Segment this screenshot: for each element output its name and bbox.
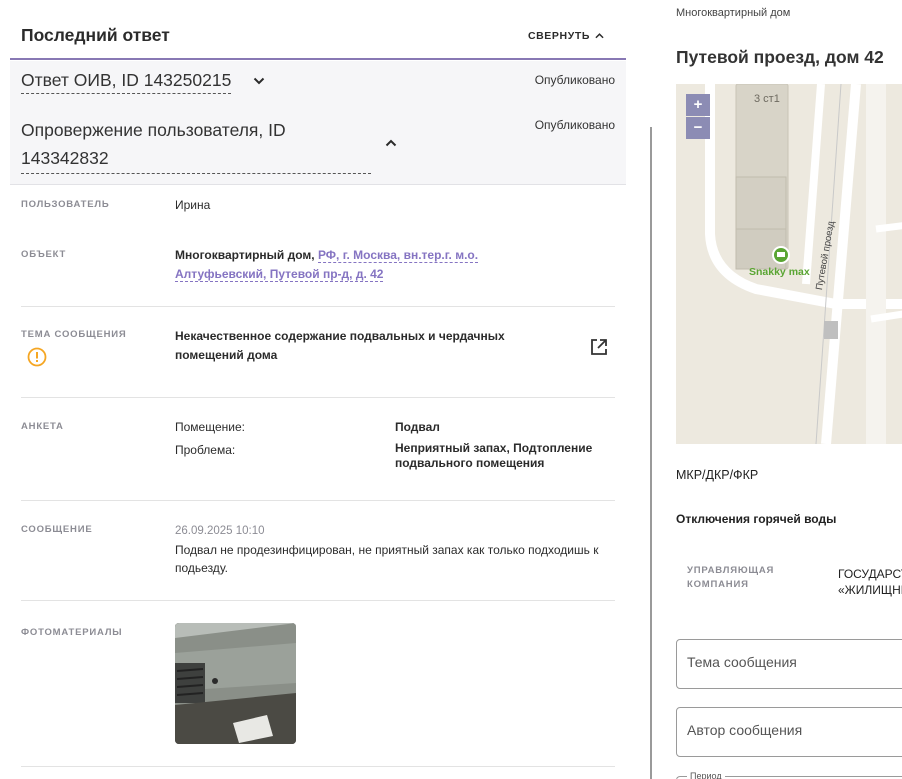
refutation-status: Опубликовано bbox=[534, 118, 615, 132]
detail-row-survey: АНКЕТА Помещение: Подвал Проблема: Непри… bbox=[21, 398, 615, 501]
message-timestamp: 26.09.2025 10:10 bbox=[175, 525, 265, 537]
object-type: Многоквартирный дом, bbox=[175, 248, 315, 262]
reply-panel: Последний ответ СВЕРНУТЬ Ответ ОИВ, ID 1… bbox=[0, 0, 626, 779]
topic-input[interactable] bbox=[687, 654, 902, 670]
survey-question: Проблема: bbox=[175, 443, 236, 457]
poi-label: Snakky max bbox=[749, 266, 810, 278]
object-value: Многоквартирный дом, РФ, г. Москва, вн.т… bbox=[175, 246, 505, 284]
detail-row-photos: ФОТОМАТЕРИАЛЫ bbox=[21, 601, 615, 767]
management-company-line: «ЖИЛИЩНИК bbox=[838, 583, 902, 597]
detail-row-topic: ТЕМА СООБЩЕНИЯ Некачественное содержание… bbox=[21, 307, 615, 398]
photos-label: ФОТОМАТЕРИАЛЫ bbox=[21, 627, 123, 638]
mkr-label: МКР/ДКР/ФКР bbox=[676, 468, 759, 482]
panel-title: Последний ответ bbox=[21, 25, 170, 45]
author-field[interactable] bbox=[676, 707, 902, 757]
panel-header: Последний ответ СВЕРНУТЬ bbox=[10, 0, 626, 60]
survey-question: Помещение: bbox=[175, 420, 245, 434]
photo-image bbox=[175, 623, 296, 744]
detail-row-message: СООБЩЕНИЕ 26.09.2025 10:10 Подвал не про… bbox=[21, 501, 615, 601]
message-label: СООБЩЕНИЕ bbox=[21, 524, 93, 535]
map[interactable]: + − 3 ст1 Snakky max Путевой проезд bbox=[676, 84, 902, 444]
building-number-label: 3 ст1 bbox=[754, 93, 780, 105]
management-company-label: УПРАВЛЯЮЩАЯ КОМПАНИЯ bbox=[687, 565, 775, 590]
collapse-button[interactable]: СВЕРНУТЬ bbox=[528, 30, 604, 42]
management-company-value: ГОСУДАРСТВЕННОЕ «ЖИЛИЩНИК bbox=[838, 566, 902, 598]
refutation-toggle[interactable]: Опровержение пользователя, ID 143342832 bbox=[21, 116, 371, 174]
object-label: ОБЪЕКТ bbox=[21, 249, 67, 260]
period-label: Период bbox=[687, 771, 725, 779]
chevron-up-icon bbox=[595, 33, 604, 39]
zoom-out-button[interactable]: − bbox=[686, 117, 710, 139]
object-info-panel: Многоквартирный дом Путевой проезд, дом … bbox=[652, 0, 902, 779]
message-text: Подвал не продезинфицирован, не приятный… bbox=[175, 543, 599, 575]
management-company-line: ГОСУДАРСТВЕННОЕ bbox=[838, 567, 902, 581]
collapse-label: СВЕРНУТЬ bbox=[527, 30, 590, 42]
survey-answer: Неприятный запах, Подтопление подвальног… bbox=[395, 441, 593, 470]
object-type-caption: Многоквартирный дом bbox=[676, 7, 791, 19]
object-address-title: Путевой проезд, дом 42 bbox=[676, 47, 884, 67]
chevron-up-icon[interactable] bbox=[385, 139, 397, 147]
detail-row-object: ОБЪЕКТ Многоквартирный дом, РФ, г. Москв… bbox=[21, 234, 615, 307]
chevron-down-icon[interactable] bbox=[253, 77, 265, 85]
replies-block: Ответ ОИВ, ID 143250215 Опубликовано Опр… bbox=[10, 61, 626, 185]
hot-water-label: Отключения горячей воды bbox=[676, 512, 837, 526]
topic-label: ТЕМА СООБЩЕНИЯ bbox=[21, 329, 127, 340]
oiv-status: Опубликовано bbox=[534, 73, 615, 87]
topic-value: Некачественное содержание подвальных и ч… bbox=[175, 329, 505, 362]
warning-icon bbox=[27, 347, 47, 367]
user-value: Ирина bbox=[175, 198, 211, 212]
topic-field[interactable] bbox=[676, 639, 902, 689]
zoom-in-button[interactable]: + bbox=[686, 94, 710, 116]
oiv-reply-toggle[interactable]: Ответ ОИВ, ID 143250215 bbox=[21, 70, 232, 94]
detail-row-user: ПОЛЬЗОВАТЕЛЬ Ирина bbox=[21, 186, 615, 234]
external-link-icon[interactable] bbox=[589, 337, 609, 357]
user-label: ПОЛЬЗОВАТЕЛЬ bbox=[21, 199, 110, 210]
author-input[interactable] bbox=[687, 722, 902, 738]
photo-thumbnail[interactable] bbox=[175, 623, 296, 744]
survey-label: АНКЕТА bbox=[21, 421, 64, 432]
survey-answer: Подвал bbox=[395, 420, 440, 434]
